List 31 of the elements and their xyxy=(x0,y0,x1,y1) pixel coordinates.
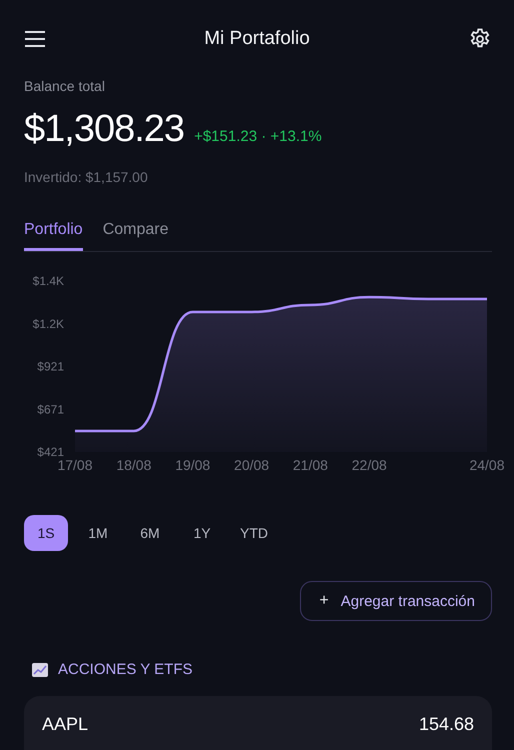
period-button[interactable]: 1Y xyxy=(180,515,224,551)
balance-amount: $1,308.23 xyxy=(24,108,184,151)
y-axis-label: $1.2K xyxy=(32,316,64,331)
add-transaction-button[interactable]: + Agregar transacción xyxy=(300,581,492,621)
x-axis-label: 24/08 xyxy=(469,457,505,473)
holding-price: 154.68 xyxy=(418,714,474,735)
x-axis-label: 22/08 xyxy=(352,457,387,473)
period-button[interactable]: 1M xyxy=(76,515,120,551)
holding-card[interactable]: AAPL 154.68 xyxy=(24,696,492,750)
y-axis-label: $671 xyxy=(37,402,64,416)
x-axis-label: 17/08 xyxy=(57,457,93,473)
period-button[interactable]: YTD xyxy=(232,515,276,551)
balance-label: Balance total xyxy=(24,78,106,94)
page-title: Mi Portafolio xyxy=(204,28,310,50)
tab[interactable]: Compare xyxy=(102,215,169,251)
x-axis-label: 21/08 xyxy=(292,457,328,473)
x-axis-label: 20/08 xyxy=(234,457,270,473)
tab[interactable]: Portfolio xyxy=(24,215,83,251)
period-button[interactable]: 6M xyxy=(128,515,172,551)
chart-trend-icon xyxy=(32,662,48,676)
y-axis-label: $921 xyxy=(37,360,64,374)
x-axis-label: 19/08 xyxy=(175,457,210,473)
period-button[interactable]: 1S xyxy=(24,515,68,551)
y-axis-label: $421 xyxy=(37,445,64,459)
invested-amount: Invertido: $1,157.00 xyxy=(24,169,149,185)
holding-symbol: AAPL xyxy=(42,714,88,735)
balance-change: +$151.23 · +13.1% xyxy=(194,128,322,145)
y-axis-label: $1.4K xyxy=(32,274,64,288)
x-axis-label: 18/08 xyxy=(116,457,152,473)
section-title: ACCIONES Y ETFS xyxy=(58,661,192,678)
menu-icon[interactable] xyxy=(24,30,46,48)
